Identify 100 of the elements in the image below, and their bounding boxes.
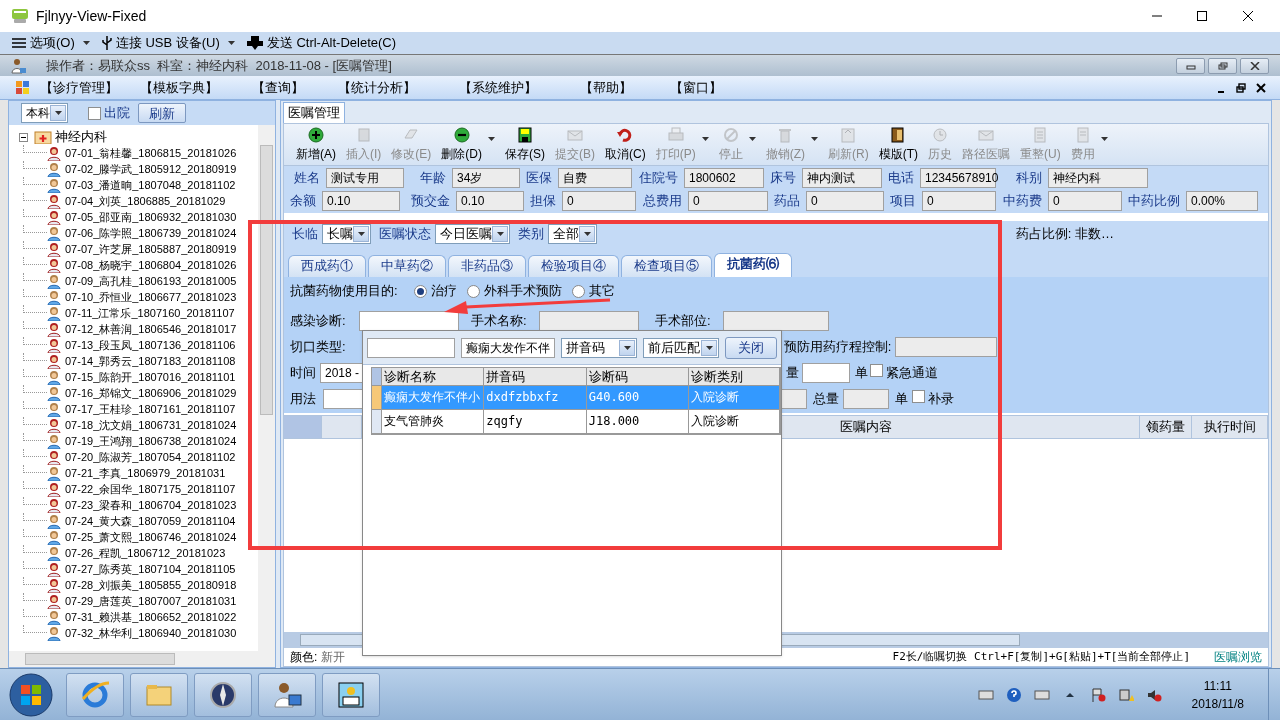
info-field[interactable]: 12345678910 <box>920 168 996 188</box>
info-field[interactable]: 0.10 <box>456 191 524 211</box>
refresh-button[interactable]: 刷新 <box>138 103 186 123</box>
search-field[interactable] <box>367 337 455 358</box>
taskbar-button[interactable] <box>322 672 380 717</box>
mdi-minimize-button[interactable] <box>1176 57 1205 74</box>
info-field[interactable]: 自费 <box>558 168 632 188</box>
patient-tree-item[interactable]: 07-13_段玉凤_1807136_20181106 <box>65 336 236 354</box>
browse-link[interactable]: 医嘱浏览 <box>1214 648 1262 666</box>
match-mode-select[interactable]: 前后匹配 <box>643 337 719 358</box>
tab[interactable]: 检验项目④ <box>528 255 619 277</box>
info-field[interactable]: 0 <box>806 191 884 211</box>
diagnosis-field[interactable] <box>359 311 459 331</box>
patient-tree-item[interactable]: 07-17_王桂珍_1807161_20181107 <box>65 400 236 418</box>
patient-tree-item[interactable]: 07-01_翁桂馨_1806815_20181026 <box>65 144 237 162</box>
taskbar-button[interactable] <box>258 672 316 717</box>
filter-select[interactable]: 全部 <box>548 224 597 244</box>
flag-icon[interactable] <box>1089 686 1106 703</box>
toolbar-button[interactable]: 模版(T) <box>878 127 918 163</box>
maximize-icon[interactable] <box>1196 10 1208 22</box>
close-button[interactable]: 关闭 <box>725 336 777 359</box>
prophylaxis-field[interactable] <box>894 337 997 357</box>
info-field[interactable]: 0.00% <box>1186 191 1258 211</box>
patient-tree-item[interactable]: 07-08_杨晓宇_1806804_20181026 <box>65 256 237 274</box>
info-field[interactable]: 0 <box>1048 191 1122 211</box>
info-field[interactable]: 测试专用 <box>326 168 404 188</box>
menu-item[interactable]: 【统计分析】 <box>338 77 416 98</box>
toolbar-button[interactable]: 新增(A) <box>296 127 336 163</box>
patient-tree-item[interactable]: 07-25_萧文熙_1806746_20181024 <box>65 528 237 546</box>
filter-select[interactable]: 长嘱 <box>322 224 371 244</box>
patient-tree-item[interactable]: 07-15_陈韵开_1807016_20181101 <box>65 368 236 386</box>
patient-tree-item[interactable]: 07-32_林华利_1806940_20181030 <box>65 624 237 642</box>
patient-tree-item[interactable]: 07-16_郑锦文_1806906_20181029 <box>65 384 237 402</box>
table-row[interactable]: 支气管肺炎 zqgfy J18.000 入院诊断 <box>372 410 780 434</box>
filter-select[interactable]: 今日医嘱 <box>435 224 510 244</box>
surgery-site-field[interactable] <box>723 311 829 331</box>
patient-tree-item[interactable]: 07-12_林善润_1806546_20181017 <box>65 320 237 338</box>
tab[interactable]: 抗菌药⑹ <box>714 253 792 277</box>
checkbox[interactable] <box>88 106 101 120</box>
column-header[interactable]: 诊断码 <box>586 368 690 385</box>
tree-node[interactable]: 神经内科 <box>55 127 107 147</box>
info-field[interactable]: 0 <box>562 191 636 211</box>
patient-tree-item[interactable]: 07-26_程凯_1806712_20181023 <box>65 544 226 562</box>
patient-tree-item[interactable]: 07-28_刘振美_1805855_20180918 <box>65 576 237 594</box>
column-header[interactable]: 诊断类别 <box>689 368 780 385</box>
taskbar-button[interactable] <box>194 672 252 717</box>
patient-tree-item[interactable]: 07-05_邵亚南_1806932_20181030 <box>65 208 237 226</box>
collapse-icon[interactable] <box>19 132 28 142</box>
app-menu-icon[interactable] <box>16 80 30 95</box>
patient-tree-item[interactable]: 07-20_陈淑芳_1807054_20181102 <box>65 448 236 466</box>
radio-button[interactable] <box>466 284 480 298</box>
patient-tree-item[interactable]: 07-03_潘道晌_1807048_20181102 <box>65 176 236 194</box>
patient-tree-item[interactable]: 07-02_滕学武_1805912_20180919 <box>65 160 237 178</box>
name-field[interactable]: 癫痫大发作不伴 <box>461 337 555 358</box>
patient-tree-item[interactable]: 07-24_黄大森_1807059_20181104 <box>65 512 236 530</box>
radio-button[interactable] <box>571 284 585 298</box>
tab[interactable]: 西成药① <box>288 255 366 277</box>
patient-tree-item[interactable]: 07-14_郭秀云_1807183_20181108 <box>65 352 236 370</box>
info-field[interactable]: 0 <box>922 191 996 211</box>
patient-tree-item[interactable]: 07-18_沈文娟_1806731_20181024 <box>65 416 237 434</box>
checkbox[interactable] <box>912 390 925 404</box>
toolbar-button[interactable]: 取消(C) <box>605 127 646 163</box>
patient-tree-item[interactable]: 07-07_许芝屏_1805887_20180919 <box>65 240 237 258</box>
menu-item[interactable]: 【系统维护】 <box>459 77 537 98</box>
dose-field[interactable] <box>802 363 850 383</box>
mdi-close-button[interactable] <box>1240 57 1269 74</box>
close-icon[interactable] <box>1242 10 1254 22</box>
tab[interactable]: 检查项目⑤ <box>621 255 712 277</box>
menu-item[interactable]: 【查询】 <box>252 77 304 98</box>
tab[interactable]: 非药品③ <box>448 255 526 277</box>
patient-tree-item[interactable]: 07-11_江常乐_1807160_20181107 <box>65 304 235 322</box>
vertical-scrollbar[interactable] <box>258 125 275 651</box>
toolbar-button[interactable]: 删除(D) <box>441 127 482 163</box>
close-icon[interactable] <box>1256 82 1266 93</box>
menu-item[interactable]: 【窗口】 <box>670 77 722 98</box>
tab[interactable]: 医嘱管理 <box>283 102 345 123</box>
info-field[interactable]: 34岁 <box>452 168 520 188</box>
menu-item[interactable]: 【诊疗管理】 <box>40 77 118 98</box>
code-type-select[interactable]: 拼音码 <box>561 337 637 358</box>
patient-tree-item[interactable]: 07-09_高孔桂_1806193_20181005 <box>65 272 237 290</box>
restore-icon[interactable] <box>1236 82 1246 93</box>
column-header[interactable]: 领药量 <box>1140 416 1192 438</box>
patient-tree-item[interactable]: 07-10_乔恒业_1806677_20181023 <box>65 288 237 306</box>
info-field[interactable]: 0 <box>688 191 768 211</box>
help-icon[interactable] <box>1005 686 1022 703</box>
radio-button[interactable] <box>413 284 427 298</box>
column-header[interactable]: 诊断名称 <box>381 368 485 385</box>
menu-item[interactable]: 【模板字典】 <box>140 77 218 98</box>
info-field[interactable]: 1800602 <box>684 168 764 188</box>
menu-item[interactable]: 发送 Ctrl-Alt-Delete(C) <box>246 33 397 53</box>
horizontal-scrollbar[interactable] <box>9 651 275 667</box>
surgery-name-field[interactable] <box>539 311 639 331</box>
patient-tree-item[interactable]: 07-21_李真_1806979_20181031 <box>65 464 226 482</box>
column-header[interactable]: 执行时间 <box>1192 416 1268 438</box>
patient-tree-item[interactable]: 07-22_余国华_1807175_20181107 <box>65 480 236 498</box>
dept-select[interactable]: 本科 <box>21 103 68 123</box>
start-button[interactable] <box>8 671 54 718</box>
checkbox[interactable] <box>870 364 883 378</box>
column-header[interactable]: 拼音码 <box>484 368 587 385</box>
patient-tree-item[interactable]: 07-31_赖洪基_1806652_20181022 <box>65 608 237 626</box>
